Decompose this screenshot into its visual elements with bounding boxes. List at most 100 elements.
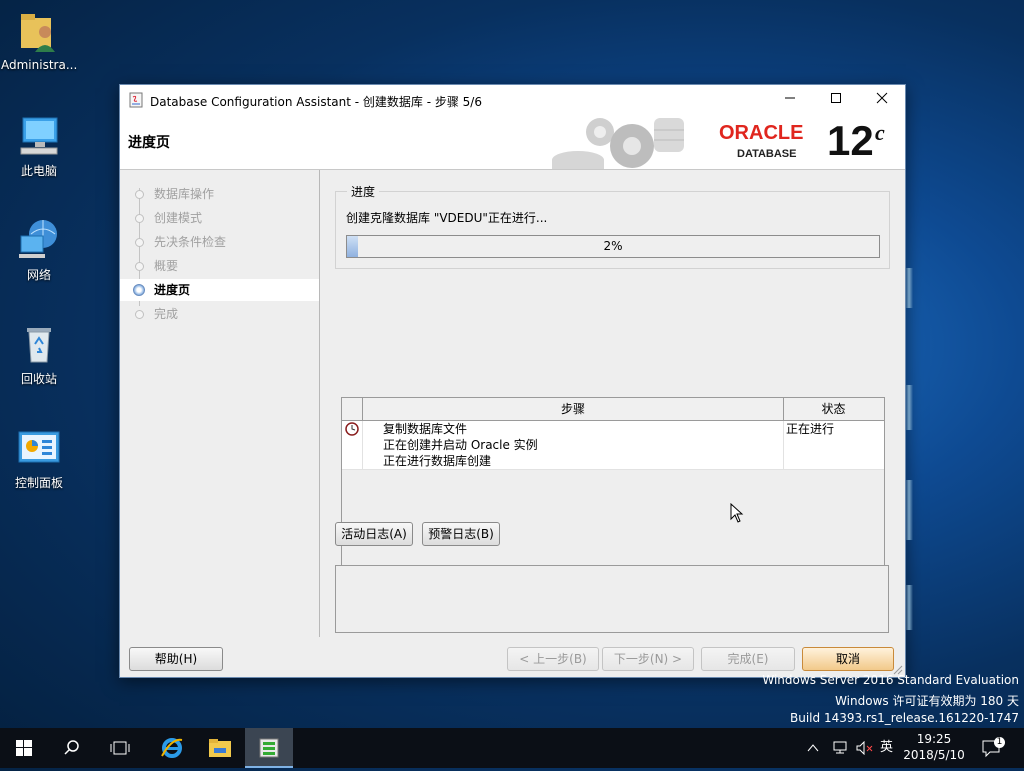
step-dot-active-icon <box>133 284 145 296</box>
clock-icon <box>344 421 362 437</box>
folder-icon <box>209 739 231 757</box>
message-area <box>335 565 889 633</box>
help-button[interactable]: 帮助(H) <box>129 647 223 671</box>
gears-decoration <box>552 118 684 169</box>
desktop-light-streak <box>905 585 913 630</box>
table-header-icon-col <box>342 398 363 420</box>
minimize-button[interactable] <box>767 85 813 116</box>
steps-table: 步骤 状态 复制数据库文件 正在进行 正在创建并启动 Oracle 实例 正在进… <box>341 397 885 592</box>
tray-clock[interactable]: 19:25 2018/5/10 <box>902 731 966 771</box>
task-view-button[interactable] <box>96 728 144 768</box>
network-icon <box>833 741 847 754</box>
recycle-bin-icon <box>17 322 61 366</box>
desktop-icon-label: Administra... <box>1 58 78 72</box>
task-view-icon <box>110 741 130 755</box>
nav-item-creation-mode[interactable]: 创建模式 <box>120 207 319 229</box>
ime-indicator[interactable]: 英 <box>880 728 893 768</box>
watermark-build: Build 14393.rs1_release.161220-1747 <box>790 711 1019 725</box>
nav-item-label: 完成 <box>154 307 179 321</box>
step-cell: 复制数据库文件 <box>383 422 468 436</box>
search-button[interactable] <box>48 728 96 768</box>
alert-log-button[interactable]: 预警日志(B) <box>422 522 500 546</box>
network-icon <box>17 218 61 262</box>
java-app-icon <box>259 738 279 758</box>
finish-button[interactable]: 完成(E) <box>701 647 795 671</box>
column-divider <box>783 421 784 469</box>
nav-item-db-operation[interactable]: 数据库操作 <box>120 183 319 205</box>
taskbar: 英 19:25 2018/5/10 1 <box>0 728 1024 768</box>
column-divider <box>362 421 363 469</box>
internet-explorer-icon <box>161 738 183 758</box>
taskbar-file-explorer[interactable] <box>196 728 244 768</box>
desktop-icon-label: 此电脑 <box>20 164 57 178</box>
nav-item-label: 数据库操作 <box>154 187 215 201</box>
oracle-product: DATABASE <box>737 148 797 160</box>
step-dot-icon <box>135 214 144 223</box>
wizard-content: 数据库操作 创建模式 先决条件检查 概要 进度页 完成 进度 创建克隆数据库 "… <box>120 170 905 677</box>
windows-logo-icon <box>16 740 32 756</box>
oracle-logo: ORACLE DATABASE <box>719 122 824 164</box>
progress-status-text: 创建克隆数据库 "VDEDU"正在进行... <box>346 211 548 225</box>
maximize-icon <box>831 93 841 103</box>
dbca-window: Database Configuration Assistant - 创建数据库… <box>119 84 906 678</box>
oracle-version: 12 <box>827 117 874 164</box>
search-icon <box>64 740 79 755</box>
desktop-icon-this-pc[interactable]: 此电脑 <box>1 114 77 179</box>
start-button[interactable] <box>0 728 48 768</box>
step-dot-icon <box>135 190 144 199</box>
progress-group-legend: 进度 <box>347 183 380 200</box>
page-title: 进度页 <box>128 135 170 151</box>
desktop-icon-control-panel[interactable]: 控制面板 <box>1 426 77 491</box>
nav-item-label: 先决条件检查 <box>154 235 227 249</box>
clock-time: 19:25 <box>916 732 952 746</box>
desktop-icon-administrator[interactable]: Administra... <box>1 10 77 72</box>
close-button[interactable] <box>859 85 905 116</box>
table-header-step[interactable]: 步骤 <box>363 398 784 420</box>
nav-item-summary[interactable]: 概要 <box>120 255 319 277</box>
cancel-button[interactable]: 取消 <box>802 647 894 671</box>
watermark-license: Windows 许可证有效期为 180 天 <box>835 694 1019 708</box>
desktop-icon-label: 网络 <box>26 268 51 282</box>
nav-item-progress[interactable]: 进度页 <box>120 279 319 301</box>
desktop-light-streak <box>905 480 913 540</box>
mouse-cursor-icon <box>730 503 744 523</box>
desktop-icon-label: 控制面板 <box>14 476 63 490</box>
volume-muted-icon <box>856 741 873 755</box>
maximize-button[interactable] <box>813 85 859 116</box>
nav-item-finish[interactable]: 完成 <box>120 303 319 325</box>
window-title: Database Configuration Assistant - 创建数据库… <box>150 95 482 109</box>
table-row[interactable]: 正在进行数据库创建 <box>342 453 884 470</box>
watermark-edition: Windows Server 2016 Standard Evaluation <box>762 673 1019 687</box>
table-row[interactable]: 复制数据库文件 正在进行 <box>342 421 884 438</box>
step-dot-icon <box>135 310 144 319</box>
status-cell: 正在进行 <box>786 422 835 436</box>
nav-item-label: 进度页 <box>154 283 191 297</box>
desktop-icon-network[interactable]: 网络 <box>1 218 77 283</box>
back-button[interactable]: < 上一步(B) <box>507 647 599 671</box>
nav-item-prereq-checks[interactable]: 先决条件检查 <box>120 231 319 253</box>
step-cell: 正在进行数据库创建 <box>383 454 492 468</box>
steps-table-header: 步骤 状态 <box>342 398 884 421</box>
desktop-light-streak <box>905 385 913 430</box>
java-app-icon <box>129 92 143 108</box>
user-folder-icon <box>17 10 61 54</box>
next-button[interactable]: 下一步(N) > <box>602 647 694 671</box>
desktop-icon-recycle-bin[interactable]: 回收站 <box>1 322 77 387</box>
taskbar-ie[interactable] <box>148 728 196 768</box>
oracle-version-sup: c <box>875 120 885 145</box>
table-header-status[interactable]: 状态 <box>784 398 883 420</box>
clock-date: 2018/5/10 <box>903 748 965 762</box>
control-panel-icon <box>17 426 61 470</box>
taskbar-dbca[interactable] <box>245 728 293 768</box>
step-cell: 正在创建并启动 Oracle 实例 <box>383 438 538 452</box>
close-icon <box>876 92 888 104</box>
chevron-up-icon <box>807 744 819 752</box>
table-row[interactable]: 正在创建并启动 Oracle 实例 <box>342 437 884 454</box>
desktop-light-streak <box>905 268 913 308</box>
title-bar[interactable]: Database Configuration Assistant - 创建数据库… <box>120 85 905 116</box>
computer-icon <box>17 114 61 158</box>
minimize-icon <box>785 97 795 99</box>
activity-log-button[interactable]: 活动日志(A) <box>335 522 413 546</box>
notification-badge: 1 <box>994 737 1005 748</box>
step-dot-icon <box>135 238 144 247</box>
